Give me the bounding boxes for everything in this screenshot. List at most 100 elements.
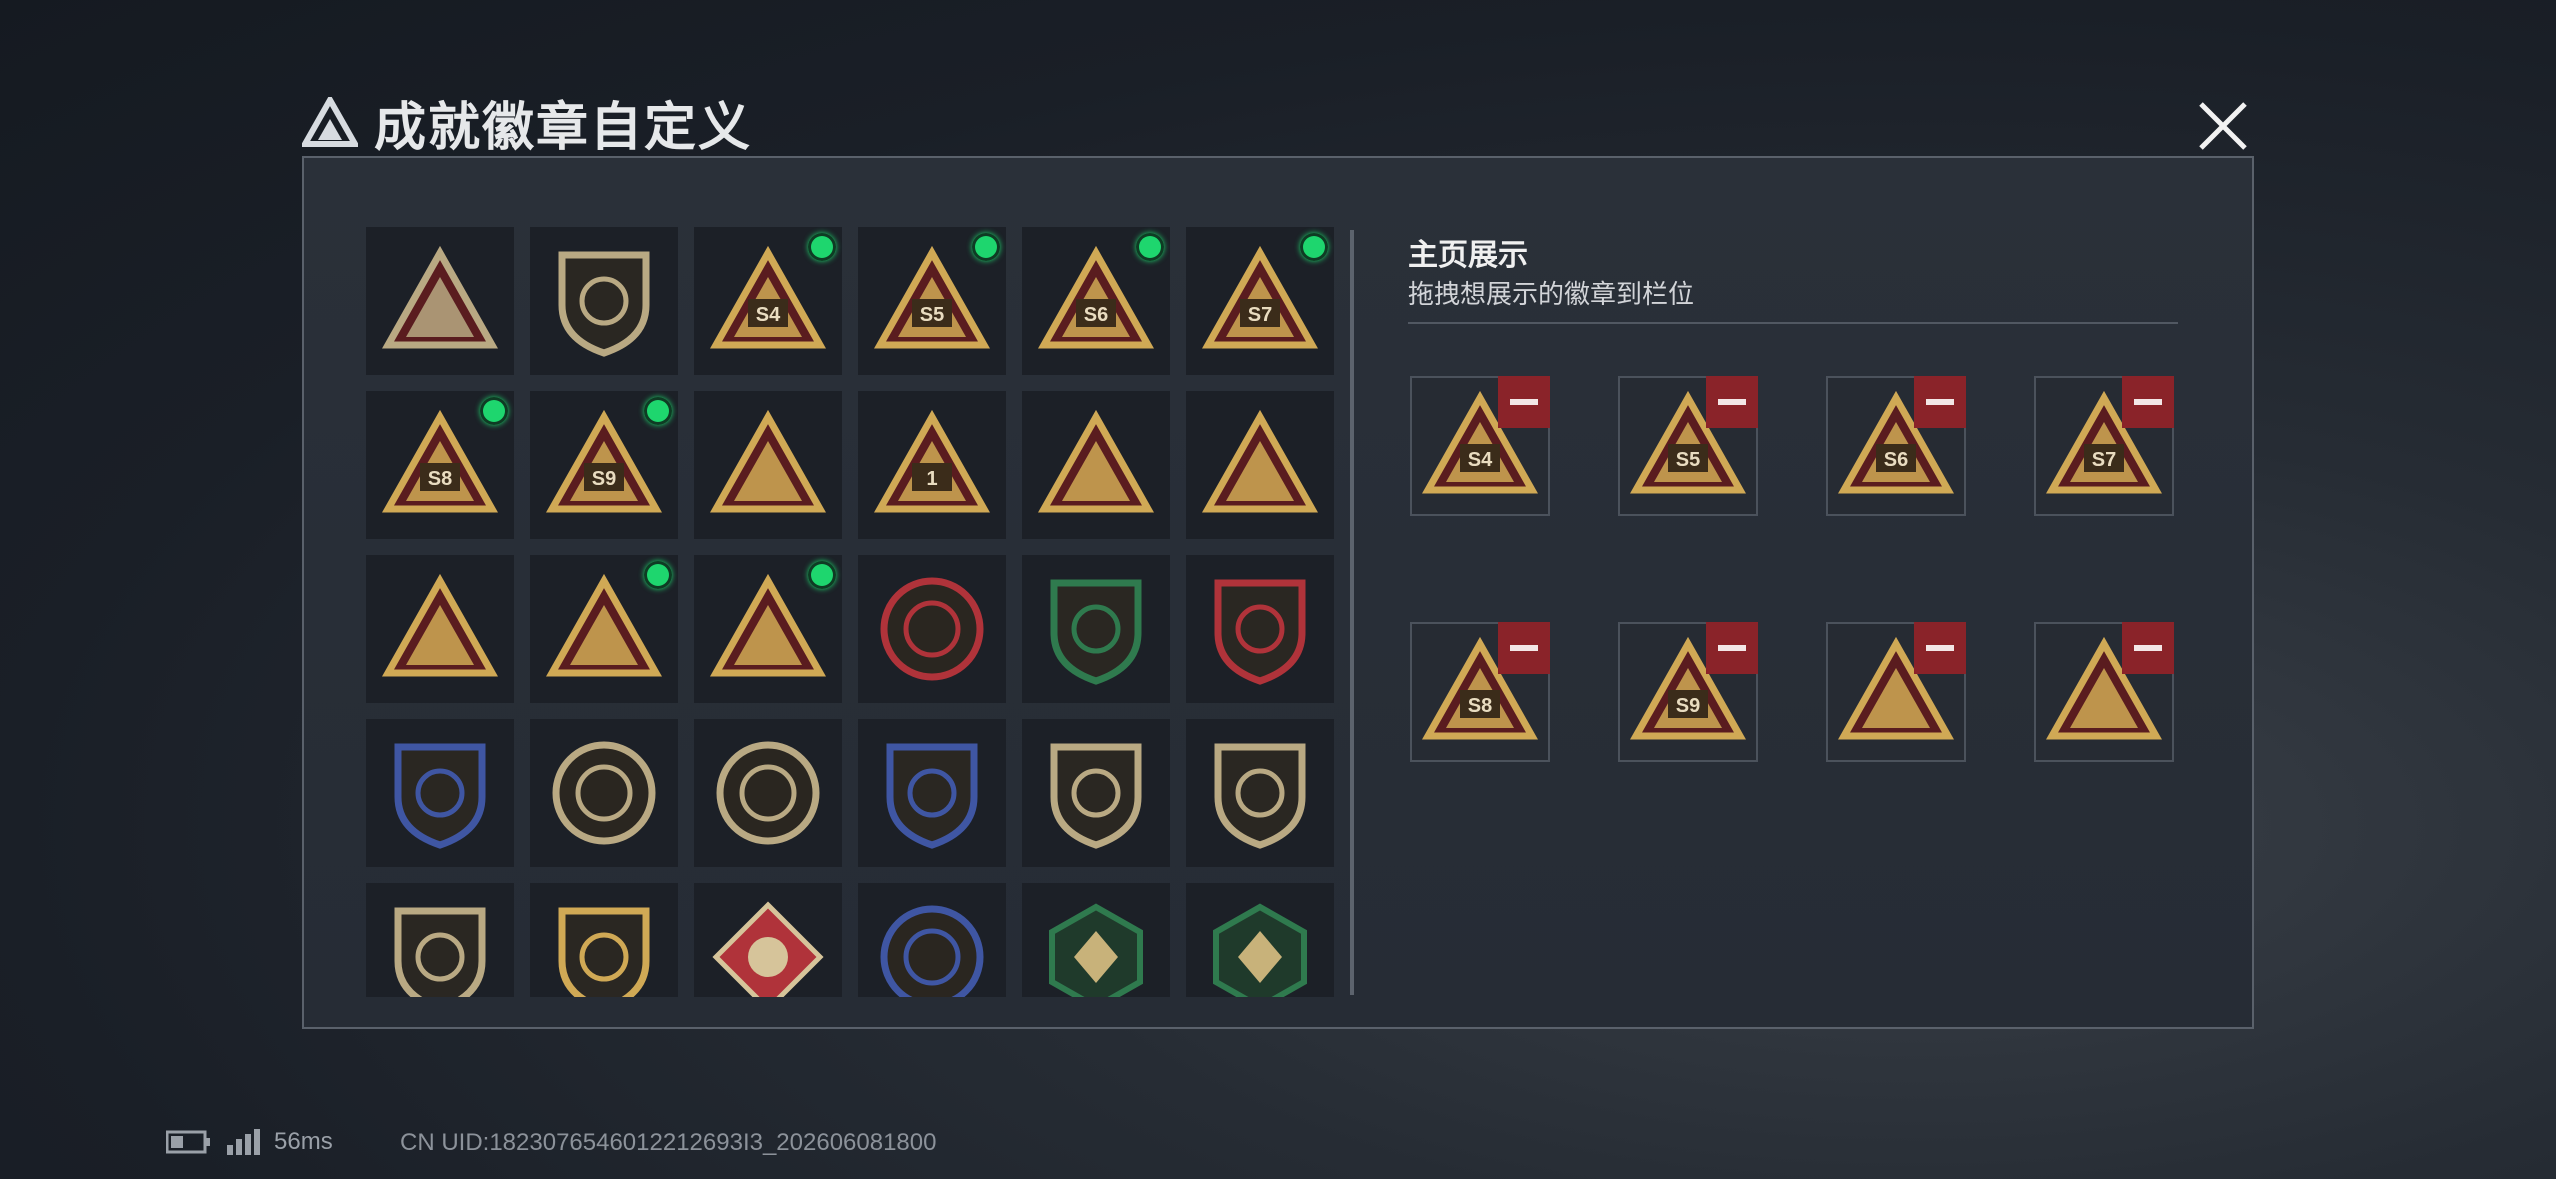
minus-bar [1510, 399, 1538, 405]
badge-cell[interactable] [1186, 883, 1334, 997]
badge-cell[interactable] [1186, 719, 1334, 867]
badge-cell[interactable] [858, 883, 1006, 997]
status-bar: 56ms [166, 1128, 333, 1156]
badge-label: S5 [920, 304, 944, 326]
new-indicator-dot [1136, 233, 1164, 261]
shield-triangle-badge-icon [382, 245, 498, 349]
badge-grid-scrollbar[interactable] [1350, 230, 1354, 995]
triangle-logo-icon [302, 97, 358, 147]
badge-label: S9 [592, 468, 616, 490]
blue-shield-badge-icon [394, 743, 486, 849]
badge-cell[interactable] [530, 227, 678, 375]
minus-icon[interactable] [1914, 622, 1966, 674]
showcase-subtitle: 拖拽想展示的徽章到栏位 [1408, 279, 1695, 309]
badge-cell[interactable] [858, 719, 1006, 867]
minus-icon[interactable] [1706, 376, 1758, 428]
badge-label: 1 [926, 468, 937, 490]
crosshair-round-badge-icon [552, 741, 656, 845]
season-badge-icon: S5 [874, 245, 990, 349]
badge-cell[interactable] [1186, 555, 1334, 703]
green-shield-badge-icon [1050, 579, 1142, 685]
badge-cell[interactable] [530, 719, 678, 867]
badge-cell[interactable] [366, 555, 514, 703]
badge-cell[interactable] [1022, 719, 1170, 867]
showcase-slot[interactable]: S6 [1826, 376, 1966, 516]
badge-cell[interactable] [366, 719, 514, 867]
badge-cell[interactable] [694, 883, 842, 997]
new-indicator-dot [644, 561, 672, 589]
season-badge-icon: S4 [710, 245, 826, 349]
soldiers-triangle-badge-icon [546, 573, 662, 677]
wasp-hex-badge-icon [1049, 903, 1143, 997]
number-one-triangle-badge-icon: 1 [874, 409, 990, 513]
showcase-divider [1408, 322, 2178, 324]
badge-cell[interactable] [694, 719, 842, 867]
showcase-slot[interactable]: S4 [1410, 376, 1550, 516]
badge-label: S8 [428, 468, 452, 490]
red-star-shield-badge-icon [1214, 579, 1306, 685]
badge-cell[interactable]: 1 [858, 391, 1006, 539]
minus-bar [1718, 399, 1746, 405]
badge-cell[interactable] [366, 883, 514, 997]
badge-cell[interactable] [1186, 391, 1334, 539]
badge-cell[interactable] [858, 555, 1006, 703]
season-badge-icon: S9 [546, 409, 662, 513]
badge-cell[interactable]: S8 [366, 391, 514, 539]
badge-cell[interactable] [366, 227, 514, 375]
new-indicator-dot [644, 397, 672, 425]
dialog-title: 成就徽章自定义 [374, 98, 753, 157]
minus-bar [1510, 645, 1538, 651]
wave-triangle-badge-icon [1202, 409, 1318, 513]
season-badge-icon: S8 [382, 409, 498, 513]
badge-cell[interactable] [1022, 555, 1170, 703]
badge-label: S7 [2092, 449, 2116, 471]
minus-icon[interactable] [1914, 376, 1966, 428]
showcase-slot[interactable]: S7 [2034, 376, 2174, 516]
minus-icon[interactable] [1706, 622, 1758, 674]
new-indicator-dot [480, 397, 508, 425]
minus-icon[interactable] [2122, 622, 2174, 674]
badge-cell[interactable]: S6 [1022, 227, 1170, 375]
blue-crosshair-shield-badge-icon [886, 743, 978, 849]
showcase-slot[interactable]: S8 [1410, 622, 1550, 762]
showcase-slot[interactable] [1826, 622, 1966, 762]
showcase-slot[interactable]: S5 [1618, 376, 1758, 516]
ship-triangle-badge-icon [710, 409, 826, 513]
medic-hex-badge-icon [1213, 903, 1307, 997]
badge-cell[interactable] [694, 555, 842, 703]
rocket-triangle-badge-icon [710, 573, 826, 677]
helicopter-shield-badge-icon [558, 251, 650, 357]
badge-cell[interactable] [694, 391, 842, 539]
badge-cell[interactable] [1022, 883, 1170, 997]
rifle-shield-badge-icon [1214, 743, 1306, 849]
badge-label: S6 [1084, 304, 1108, 326]
season-badge-icon: S7 [1202, 245, 1318, 349]
minus-icon[interactable] [2122, 376, 2174, 428]
badge-label: S6 [1884, 449, 1908, 471]
badge-cell[interactable] [530, 883, 678, 997]
minus-icon[interactable] [1498, 376, 1550, 428]
showcase-slot[interactable] [2034, 622, 2174, 762]
badge-cell[interactable]: S4 [694, 227, 842, 375]
usb-triangle-badge-icon [1038, 409, 1154, 513]
badge-cell[interactable] [1022, 391, 1170, 539]
badge-label: S5 [1676, 449, 1700, 471]
close-icon[interactable] [2195, 98, 2251, 154]
minus-icon[interactable] [1498, 622, 1550, 674]
minus-bar [2134, 645, 2162, 651]
badge-cell[interactable]: S5 [858, 227, 1006, 375]
badge-cell[interactable]: S9 [530, 391, 678, 539]
badge-label: S8 [1468, 695, 1492, 717]
dialog-header: 成就徽章自定义 [302, 92, 752, 157]
eagle-round-badge-icon [880, 905, 984, 997]
battery-icon [166, 1130, 210, 1154]
badge-label: S7 [1248, 304, 1272, 326]
new-indicator-dot [808, 233, 836, 261]
season-badge-icon: S6 [1038, 245, 1154, 349]
new-indicator-dot [1300, 233, 1328, 261]
badge-cell[interactable] [530, 555, 678, 703]
uid-text: CN UID:1823076546012212693I3_20260608180… [400, 1129, 937, 1156]
badge-cell[interactable]: S7 [1186, 227, 1334, 375]
showcase-slot[interactable]: S9 [1618, 622, 1758, 762]
signal-icon [227, 1129, 260, 1155]
